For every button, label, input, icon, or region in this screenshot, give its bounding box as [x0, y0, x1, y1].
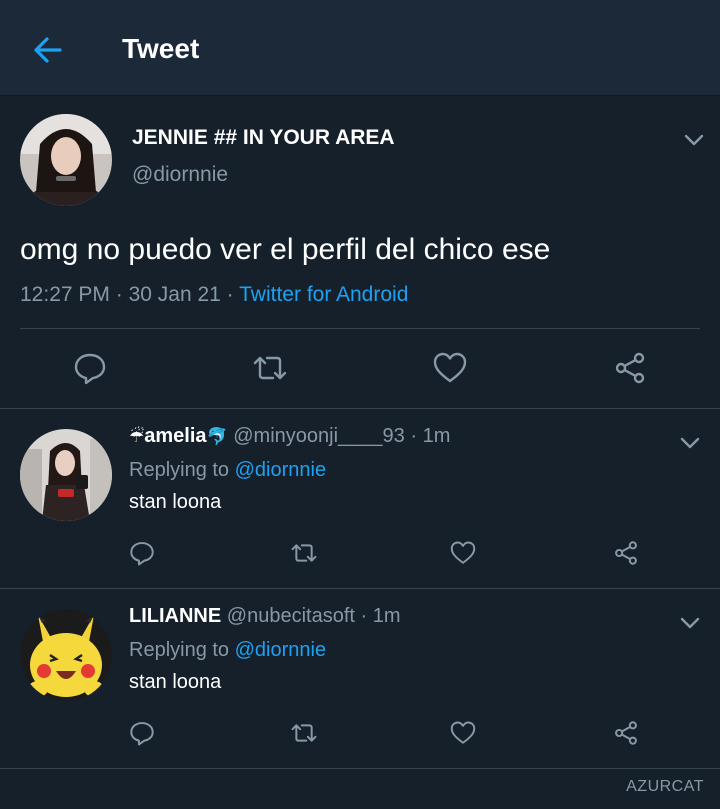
retweet-button[interactable]: [250, 348, 290, 388]
share-button[interactable]: [610, 348, 650, 388]
share-icon: [615, 352, 645, 384]
retweet-icon: [291, 724, 317, 742]
separator: ·: [360, 605, 368, 627]
like-button[interactable]: [430, 348, 470, 388]
retweet-button[interactable]: [284, 713, 324, 753]
arrow-left-icon: [34, 37, 62, 63]
separator: ·: [115, 283, 123, 306]
retweet-icon: [253, 356, 287, 380]
separator: ·: [226, 283, 234, 306]
tweet-source-link[interactable]: Twitter for Android: [239, 283, 408, 306]
profile-photo: [20, 114, 112, 206]
reply-icon: [130, 722, 154, 746]
avatar[interactable]: [20, 609, 112, 701]
dolphin-emoji-icon: 🐬: [206, 427, 228, 446]
tweet-text: stan loona: [129, 671, 222, 693]
like-icon: [450, 721, 476, 744]
avatar[interactable]: [20, 429, 112, 521]
retweet-icon: [291, 544, 317, 562]
reply-header: ☔amelia🐬 @minyoonji____93 · 1m: [129, 425, 450, 448]
share-button[interactable]: [606, 713, 646, 753]
replying-to: Replying to @diornnie: [129, 639, 326, 662]
main-tweet: JENNIE ## IN YOUR AREA @diornnie omg no …: [0, 96, 720, 409]
display-name[interactable]: amelia: [144, 425, 206, 447]
mention-link[interactable]: @diornnie: [235, 639, 326, 661]
reply-button[interactable]: [70, 348, 110, 388]
back-button[interactable]: [30, 32, 66, 68]
like-button[interactable]: [443, 713, 483, 753]
tweet-time: 1m: [422, 425, 451, 447]
separator: ·: [410, 425, 418, 447]
display-name[interactable]: JENNIE ## IN YOUR AREA: [132, 126, 395, 150]
tweet-meta: 12:27 PM · 30 Jan 21 · Twitter for Andro…: [20, 283, 408, 307]
replying-label: Replying to: [129, 459, 230, 481]
chevron-down-icon[interactable]: [678, 611, 702, 635]
user-handle[interactable]: @diornnie: [132, 163, 228, 187]
tweet-date: 30 Jan 21: [128, 283, 221, 306]
like-icon: [450, 541, 476, 564]
user-handle[interactable]: @minyoonji____93: [233, 425, 405, 447]
share-icon: [615, 541, 637, 565]
reply-button[interactable]: [122, 713, 162, 753]
watermark: AZURCAT: [626, 778, 704, 795]
share-button[interactable]: [606, 533, 646, 573]
profile-photo: [20, 609, 112, 701]
divider: [20, 328, 700, 329]
replying-label: Replying to: [129, 639, 230, 661]
tweet-text: omg no puedo ver el perfil del chico ese: [20, 233, 551, 266]
page-title: Tweet: [122, 33, 200, 64]
tweet-time: 12:27 PM: [20, 283, 110, 306]
profile-photo: [20, 429, 112, 521]
chevron-down-icon[interactable]: [678, 431, 702, 455]
umbrella-emoji-icon: ☔: [129, 427, 145, 446]
reply-icon: [130, 542, 154, 566]
reply-icon: [74, 353, 106, 385]
display-name[interactable]: LILIANNE: [129, 605, 221, 627]
app-header: Tweet: [0, 0, 720, 96]
tweet-time: 1m: [372, 605, 401, 627]
tweet-text: stan loona: [129, 491, 222, 513]
replying-to: Replying to @diornnie: [129, 459, 326, 482]
mention-link[interactable]: @diornnie: [235, 459, 326, 481]
reply-tweet[interactable]: LILIANNE @nubecitasoft · 1m Replying to …: [0, 589, 720, 769]
like-icon: [433, 352, 467, 383]
chevron-down-icon[interactable]: [682, 128, 706, 152]
user-handle[interactable]: @nubecitasoft: [227, 605, 355, 627]
avatar[interactable]: [20, 114, 112, 206]
reply-tweet[interactable]: ☔amelia🐬 @minyoonji____93 · 1m Replying …: [0, 409, 720, 589]
retweet-button[interactable]: [284, 533, 324, 573]
share-icon: [615, 721, 637, 745]
reply-button[interactable]: [122, 533, 162, 573]
reply-header: LILIANNE @nubecitasoft · 1m: [129, 605, 401, 628]
like-button[interactable]: [443, 533, 483, 573]
